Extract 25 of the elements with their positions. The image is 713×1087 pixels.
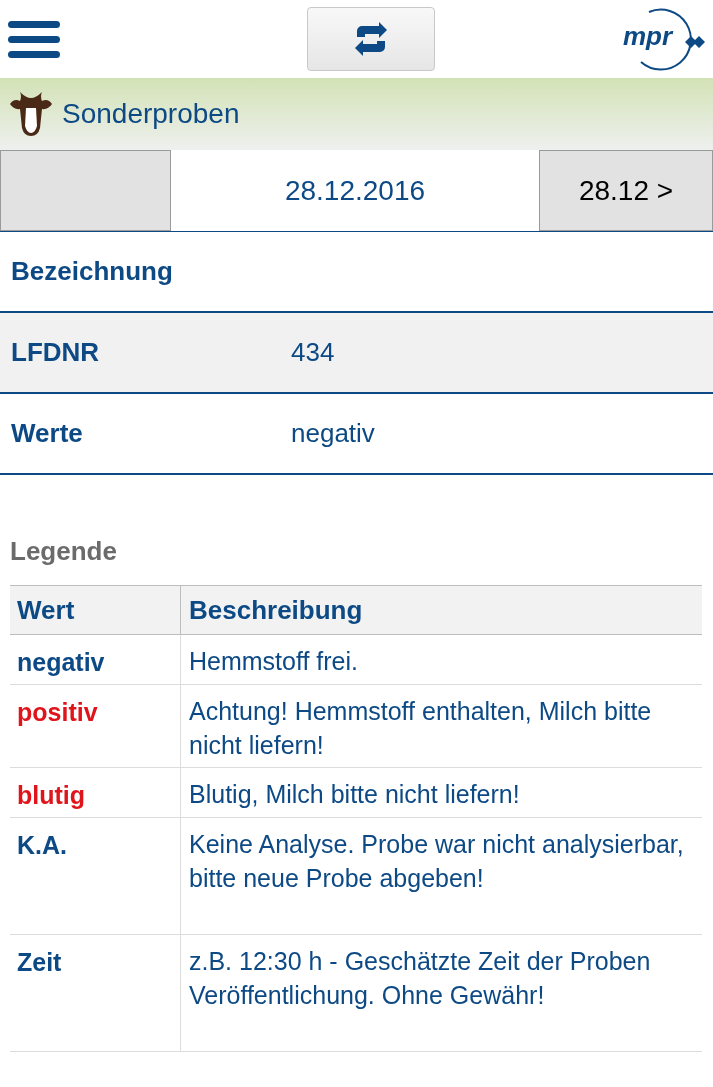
table-cell: Zeit xyxy=(10,935,181,1051)
table-cell-text: z.B. 12:30 h - Geschätzte Zeit der Proben Veröffentlichung. Ohne Gewähr! xyxy=(188,946,652,1011)
table-cell: blutig xyxy=(10,768,181,817)
current-date: 28.12.2016 xyxy=(283,173,427,208)
table-cell: positiv xyxy=(10,685,181,767)
table-cell: K.A. xyxy=(10,818,181,934)
next-day-button[interactable]: 28.12 > xyxy=(539,150,713,231)
cow-icon xyxy=(8,90,54,138)
detail-value: 434 xyxy=(291,336,335,369)
logo: mpr xyxy=(621,6,705,72)
detail-label: LFDNR xyxy=(11,336,101,369)
table-cell-text: Keine Analyse. Probe war nicht analysierbar, bitte neue Probe abgeben! xyxy=(188,829,685,894)
detail-value: negativ xyxy=(291,417,375,450)
detail-label: Bezeichnung xyxy=(11,255,174,288)
table-cell-text: Achtung! Hemmstoff enthalten, Milch bitte nicht liefern! xyxy=(188,696,653,761)
table-cell: negativ xyxy=(10,635,181,684)
table-cell-text: Blutig, Milch bitte nicht liefern! xyxy=(188,779,521,810)
column-header: Beschreibung xyxy=(188,593,364,627)
table-cell-text: Hemmstoff frei. xyxy=(188,646,360,677)
column-header: Wert xyxy=(10,586,181,634)
detail-label: Werte xyxy=(11,417,84,450)
section-title: Sonderproben xyxy=(62,97,240,131)
refresh-button[interactable] xyxy=(306,7,435,71)
menu-icon[interactable] xyxy=(8,19,60,59)
legend-title: Legende xyxy=(10,535,117,568)
